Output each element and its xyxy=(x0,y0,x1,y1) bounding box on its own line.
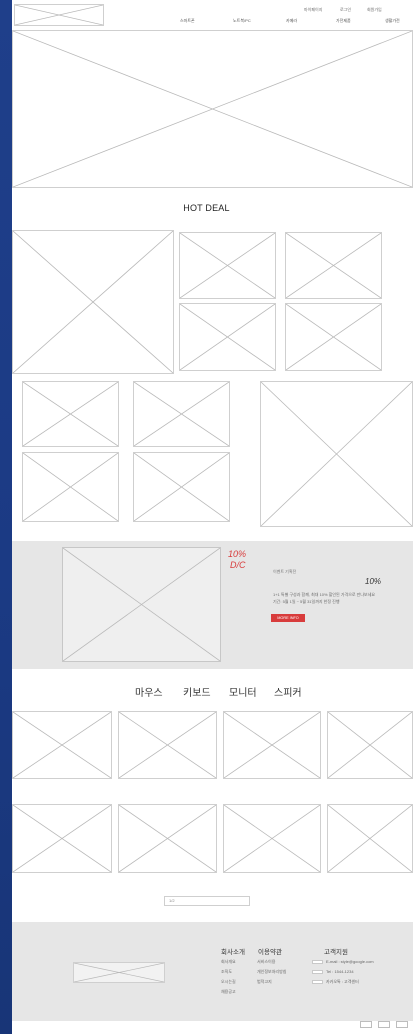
bottom-nav-button[interactable] xyxy=(396,1021,408,1028)
nav-item-appliance[interactable]: 가전제품 xyxy=(336,18,351,24)
category-product[interactable] xyxy=(327,711,413,779)
category-product[interactable] xyxy=(327,804,413,873)
promo-product-image[interactable] xyxy=(62,547,221,662)
category-product[interactable] xyxy=(118,804,217,873)
tab-monitor[interactable]: 모니터 xyxy=(229,684,257,699)
promo-discount-headline: 10% xyxy=(228,549,247,559)
footer-support-phone[interactable]: Tel : 1544-1234 xyxy=(326,969,354,974)
hot-deal-product[interactable] xyxy=(133,381,230,447)
promo-cta-button[interactable]: MORE INFO xyxy=(271,614,305,622)
hot-deal-title: HOT DEAL xyxy=(183,203,230,213)
promo-desc-line-2: 기간: 5월 1일 ~ 5월 31일까지 한정 진행 xyxy=(273,599,340,604)
footer-terms-link[interactable]: 개인정보처리방침 xyxy=(257,969,286,975)
hot-deal-product[interactable] xyxy=(179,232,276,299)
nav-item-camera[interactable]: 카메라 xyxy=(286,18,297,24)
category-product[interactable] xyxy=(223,711,321,779)
hot-deal-product[interactable] xyxy=(285,232,382,299)
promo-sub-title: 이벤트 기획전 xyxy=(273,569,297,574)
hot-deal-large-product[interactable] xyxy=(260,381,413,527)
bottom-nav-button[interactable] xyxy=(360,1021,372,1028)
category-product[interactable] xyxy=(12,804,112,873)
top-link-signup[interactable]: 회원가입 xyxy=(367,8,382,12)
footer-terms-title: 이용약관 xyxy=(258,949,282,956)
chat-icon xyxy=(312,980,323,984)
footer-about-link[interactable]: 채용공고 xyxy=(221,989,236,995)
pagination-label: 1/2 xyxy=(169,898,175,903)
category-product[interactable] xyxy=(118,711,217,779)
tab-keyboard[interactable]: 키보드 xyxy=(183,684,211,699)
hot-deal-product[interactable] xyxy=(22,452,119,522)
tab-mouse[interactable]: 마우스 xyxy=(135,684,163,699)
footer-terms-link[interactable]: 서비스이용 xyxy=(257,959,275,965)
header: 마이페이지 로그인 회원가입 스마트폰 노트북/PC 카메라 가전제품 생활가전 xyxy=(12,0,413,30)
pagination-input[interactable] xyxy=(164,896,250,906)
hot-deal-product[interactable] xyxy=(179,303,276,371)
category-product[interactable] xyxy=(223,804,321,873)
promo-discount-subline: D/C xyxy=(230,560,246,570)
footer-about-link[interactable]: 회사개요 xyxy=(221,959,236,965)
phone-icon xyxy=(312,970,323,974)
footer-about-title: 회사소개 xyxy=(221,949,245,956)
footer-about-link[interactable]: 오시는길 xyxy=(221,979,236,985)
hero-banner[interactable] xyxy=(12,30,413,188)
hot-deal-product[interactable] xyxy=(133,452,230,522)
hot-deal-product[interactable] xyxy=(22,381,119,447)
nav-item-living[interactable]: 생활가전 xyxy=(385,18,400,24)
footer-logo-placeholder[interactable] xyxy=(73,962,165,983)
hot-deal-product[interactable] xyxy=(285,303,382,371)
logo-placeholder[interactable] xyxy=(14,4,104,26)
category-product[interactable] xyxy=(12,711,112,779)
top-link-mypage[interactable]: 마이페이지 xyxy=(304,8,322,12)
bottom-nav-button[interactable] xyxy=(378,1021,390,1028)
mail-icon xyxy=(312,960,323,964)
promo-desc-line-1: 1+1 특별 구성과 함께, 최대 10% 할인된 가격으로 만나보세요 xyxy=(273,592,376,597)
nav-item-smartphone[interactable]: 스마트폰 xyxy=(180,18,195,24)
footer-support-title: 고객지원 xyxy=(324,949,348,956)
footer-about-link[interactable]: 조직도 xyxy=(221,969,232,975)
footer-terms-link[interactable]: 법적고지 xyxy=(257,979,272,985)
tab-speaker[interactable]: 스피커 xyxy=(274,684,302,699)
hot-deal-large-product[interactable] xyxy=(12,230,174,374)
nav-item-notebook[interactable]: 노트북/PC xyxy=(233,18,251,24)
footer-support-kakao[interactable]: 카카오톡 : 고객센터 xyxy=(326,979,359,985)
footer-support-email[interactable]: E-mail : style@google.com xyxy=(326,959,374,964)
promo-percent: 10% xyxy=(365,577,382,586)
top-link-login[interactable]: 로그인 xyxy=(340,8,351,12)
